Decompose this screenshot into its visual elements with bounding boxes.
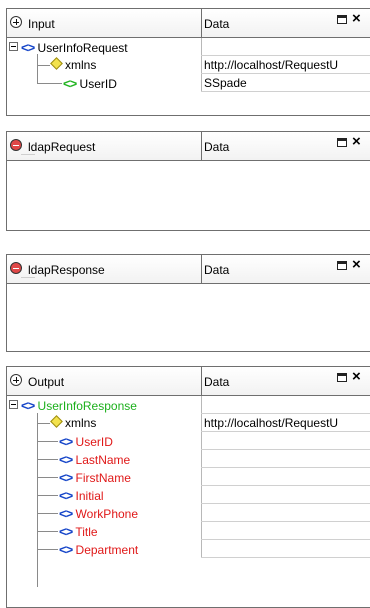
- output-panel: Output Data × <> UserInfoResponse xmlns …: [6, 366, 370, 608]
- plus-circle-icon[interactable]: [10, 16, 22, 28]
- maximize-icon[interactable]: [337, 261, 347, 270]
- attribute-label: xmlns: [65, 416, 97, 430]
- element-label: FirstName: [75, 471, 131, 485]
- tree-connector: [37, 468, 58, 478]
- tree-connector: [37, 432, 58, 442]
- element-label: LastName: [75, 453, 131, 467]
- attribute-label: xmlns: [65, 58, 97, 72]
- tree-row-userid[interactable]: <> UserID: [7, 432, 370, 450]
- element-tag-icon: <>: [21, 40, 35, 55]
- data-column-header: Data: [204, 17, 230, 31]
- input-panel-title: Input: [28, 17, 55, 31]
- maximize-icon[interactable]: [337, 138, 347, 147]
- plus-circle-icon[interactable]: [10, 374, 22, 386]
- element-label: UserID: [79, 77, 117, 91]
- column-divider[interactable]: [201, 9, 202, 37]
- close-icon[interactable]: ×: [352, 10, 361, 28]
- element-tag-icon: <>: [59, 434, 73, 449]
- element-tag-icon: <>: [21, 398, 35, 413]
- element-tag-icon: <>: [59, 542, 73, 557]
- tree-row-firstname[interactable]: <> FirstName: [7, 468, 370, 486]
- tree-connector: [37, 65, 62, 84]
- element-tag-icon: <>: [59, 488, 73, 503]
- empty-tree-placeholder: [21, 277, 35, 278]
- ldap-request-panel: ldapRequest Data ×: [6, 131, 370, 231]
- tree-connector: [37, 522, 58, 532]
- userid-value[interactable]: SSpade: [204, 76, 247, 90]
- column-divider[interactable]: [201, 132, 202, 160]
- element-tag-icon: <>: [59, 470, 73, 485]
- minus-circle-icon[interactable]: [10, 262, 22, 274]
- tree-row-initial[interactable]: <> Initial: [7, 486, 370, 504]
- root-node-label: UserInfoRequest: [37, 41, 128, 55]
- root-node-label: UserInfoResponse: [37, 399, 137, 413]
- close-icon[interactable]: ×: [352, 256, 361, 274]
- element-tag-icon: <>: [59, 506, 73, 521]
- empty-tree-placeholder: [21, 154, 35, 155]
- column-divider[interactable]: [201, 367, 202, 395]
- tree-connector: [37, 414, 50, 424]
- tree-row-department[interactable]: <> Department: [7, 540, 370, 558]
- tree-connector: [37, 450, 58, 460]
- element-label: WorkPhone: [75, 507, 139, 521]
- element-label: UserID: [75, 435, 113, 449]
- output-panel-header: Output Data ×: [7, 367, 370, 396]
- ldap-response-panel-title: ldapResponse: [28, 263, 105, 277]
- tree-row-workphone[interactable]: <> WorkPhone: [7, 504, 370, 522]
- xmlns-value[interactable]: http://localhost/RequestU: [204, 58, 338, 72]
- element-label: Department: [75, 543, 139, 557]
- tree-connector: [37, 504, 58, 514]
- ldap-request-panel-header: ldapRequest Data ×: [7, 132, 370, 161]
- element-label: Title: [75, 525, 98, 539]
- xmlns-value[interactable]: http://localhost/RequestU: [204, 416, 338, 430]
- input-panel-header: Input Data ×: [7, 9, 370, 38]
- tree-collapse-icon[interactable]: [9, 400, 18, 409]
- element-tag-icon: <>: [59, 524, 73, 539]
- data-column-header: Data: [204, 263, 230, 277]
- tree-connector: [37, 540, 58, 550]
- element-tag-icon: <>: [59, 452, 73, 467]
- attribute-diamond-icon: [50, 415, 63, 428]
- input-panel: Input Data × <> UserInfoRequest xmlns ht…: [6, 8, 370, 116]
- tree-row-xmlns[interactable]: xmlns http://localhost/RequestU: [7, 414, 370, 432]
- data-column-header: Data: [204, 140, 230, 154]
- close-icon[interactable]: ×: [352, 133, 361, 151]
- tree-row-title[interactable]: <> Title: [7, 522, 370, 540]
- element-label: Initial: [75, 489, 104, 503]
- close-icon[interactable]: ×: [352, 368, 361, 386]
- tree-row-lastname[interactable]: <> LastName: [7, 450, 370, 468]
- ldap-request-panel-title: ldapRequest: [28, 140, 96, 154]
- tree-connector: [37, 486, 58, 496]
- output-panel-title: Output: [28, 375, 65, 389]
- tree-collapse-icon[interactable]: [9, 42, 18, 51]
- ldap-response-panel: ldapResponse Data ×: [6, 254, 370, 352]
- maximize-icon[interactable]: [337, 15, 347, 24]
- data-column-header: Data: [204, 375, 230, 389]
- element-tag-icon: <>: [63, 76, 77, 91]
- ldap-response-panel-header: ldapResponse Data ×: [7, 255, 370, 284]
- tree-row-root[interactable]: <> UserInfoResponse: [7, 396, 370, 414]
- tree-row-root[interactable]: <> UserInfoRequest: [7, 38, 370, 56]
- minus-circle-icon[interactable]: [10, 139, 22, 151]
- tree-row-userid[interactable]: <> UserID SSpade: [7, 65, 370, 92]
- column-divider[interactable]: [201, 255, 202, 283]
- maximize-icon[interactable]: [337, 373, 347, 382]
